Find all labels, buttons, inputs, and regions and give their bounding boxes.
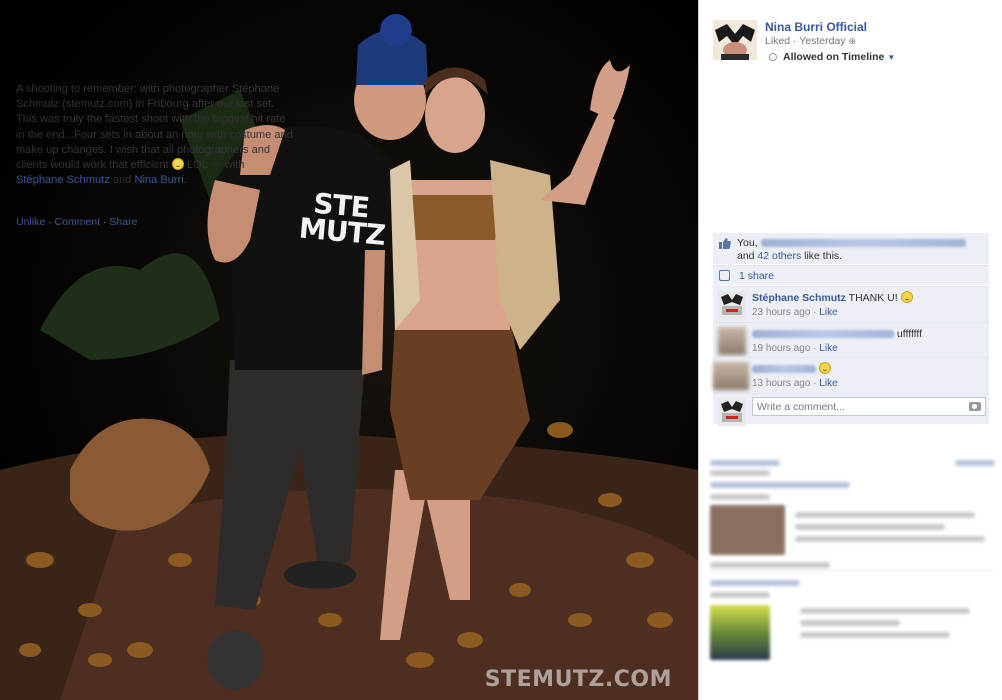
share-icon <box>719 270 730 281</box>
dropdown-caret-icon: ▼ <box>887 53 896 62</box>
viewer-avatar-image <box>718 398 746 426</box>
comment-body: ufffffff 19 hours ago · Like <box>752 327 983 356</box>
likes-tail: like this. <box>801 250 843 262</box>
blurred-thumbnail <box>710 605 770 660</box>
blurred-sidebar-content <box>705 440 997 700</box>
comment-meta: 19 hours ago · Like <box>752 343 838 354</box>
caption-lol: LOL — with <box>183 159 245 172</box>
timeline-selector[interactable]: Allowed on Timeline ▼ <box>769 51 895 63</box>
globe-icon: ⊕ <box>848 36 857 46</box>
action-separator: · <box>100 216 110 228</box>
caption-and: and <box>109 174 135 187</box>
plant-left <box>40 253 220 360</box>
shirt-print-line-2: MUTZ <box>297 211 387 252</box>
comment-author-link[interactable]: Stéphane Schmutz <box>752 292 846 304</box>
smiley-emoticon-icon <box>900 291 913 303</box>
blurred-line <box>710 460 780 466</box>
comment-item: ufffffff 19 hours ago · Like <box>713 322 989 357</box>
blurred-line <box>710 494 770 500</box>
beanie-pompom <box>380 14 412 46</box>
blurred-line <box>800 620 900 626</box>
man-arm-right <box>362 250 385 375</box>
write-comment-row: Write a comment... <box>713 393 989 426</box>
action-separator: · <box>45 216 55 228</box>
likes-and: and <box>737 250 758 262</box>
viewer-avatar <box>718 398 746 426</box>
comment-body: Stéphane Schmutz THANK U! 23 hours ago ·… <box>752 291 983 320</box>
page-name-link[interactable]: Nina Burri Official <box>765 20 867 34</box>
share-link[interactable]: Share <box>109 216 137 228</box>
caption-text: A shooting to remember: with photographe… <box>16 83 293 172</box>
timeline-label: Allowed on Timeline <box>783 51 885 63</box>
write-comment-input[interactable]: Write a comment... <box>752 397 986 416</box>
comment-meta: 13 hours ago · Like <box>752 378 838 389</box>
caption-end: . <box>183 174 187 187</box>
shares-summary: 1 share <box>713 265 989 285</box>
comment-time[interactable]: 23 hours ago <box>752 307 810 318</box>
blurred-line <box>800 632 950 638</box>
comment-time[interactable]: 19 hours ago <box>752 343 810 354</box>
blurred-line <box>955 460 995 466</box>
blurred-thumbnail <box>710 505 785 555</box>
write-comment-placeholder: Write a comment... <box>757 401 845 413</box>
comment-text: THANK U! <box>848 292 898 304</box>
tag-nina-link[interactable]: Nina Burri <box>134 174 183 186</box>
shirt-print: STE MUTZ <box>297 187 387 252</box>
blurred-line <box>710 482 850 488</box>
comment-like-link[interactable]: Like <box>819 378 837 389</box>
comment-like-link[interactable]: Like <box>819 343 837 354</box>
commenter-avatar[interactable] <box>713 362 749 390</box>
post-meta: Liked · Yesterday ⊕ <box>765 35 856 47</box>
likes-summary: You, and 42 others like this. <box>713 233 989 264</box>
comment-text: ufffffff <box>896 328 923 340</box>
blurred-line <box>795 536 985 542</box>
post-actions: Unlike · Comment · Share <box>16 216 137 228</box>
woman-arm-raised <box>540 110 615 205</box>
thumbs-up-icon <box>719 238 731 249</box>
woman-top <box>405 195 500 240</box>
comment-meta: 23 hours ago · Like <box>752 307 838 318</box>
comment-link[interactable]: Comment <box>55 216 101 228</box>
comment-item: Stéphane Schmutz THANK U! 23 hours ago ·… <box>713 286 989 322</box>
woman-head <box>425 77 485 153</box>
radio-icon <box>769 53 777 61</box>
blurred-line <box>795 512 975 518</box>
post-meta-text: Liked · Yesterday <box>765 35 846 47</box>
post-caption: A shooting to remember: with photographe… <box>16 82 294 188</box>
photo-watermark: STEMUTZ.COM <box>484 667 672 692</box>
likes-text: You, and 42 others like this. <box>737 237 966 263</box>
redacted-author-name <box>752 365 816 374</box>
woman-hand <box>590 60 630 120</box>
post-header: Nina Burri Official Liked · Yesterday ⊕ … <box>713 16 994 64</box>
comment-like-link[interactable]: Like <box>819 307 837 318</box>
blurred-line <box>710 470 770 476</box>
commenter-avatar[interactable] <box>718 327 746 355</box>
blurred-line <box>800 608 970 614</box>
comment-time[interactable]: 13 hours ago <box>752 378 810 389</box>
blurred-line <box>710 592 770 598</box>
smiley-emoticon-icon <box>818 362 831 374</box>
likes-others-link[interactable]: 42 others <box>757 250 801 262</box>
blurred-line <box>710 580 800 586</box>
man-shoe-right <box>284 561 356 589</box>
tag-stephane-link[interactable]: Stéphane Schmutz <box>16 174 110 186</box>
comment-item: 13 hours ago · Like <box>713 357 989 393</box>
blurred-line <box>710 562 830 568</box>
camera-icon[interactable] <box>969 402 981 411</box>
blurred-divider <box>710 570 992 571</box>
page-avatar-image <box>713 20 757 60</box>
shares-count-link[interactable]: 1 share <box>739 270 774 282</box>
comment-body: 13 hours ago · Like <box>752 362 983 391</box>
redacted-author-name <box>752 330 894 339</box>
commenter-avatar-image <box>718 291 746 319</box>
commenter-avatar[interactable] <box>718 291 746 319</box>
smiley-emoticon-icon <box>171 158 184 171</box>
blurred-line <box>795 524 945 530</box>
man-shoe-left <box>207 630 263 690</box>
page-avatar[interactable] <box>713 20 757 60</box>
unlike-link[interactable]: Unlike <box>16 216 45 228</box>
redacted-names <box>760 239 966 248</box>
likes-you: You, <box>737 237 758 249</box>
